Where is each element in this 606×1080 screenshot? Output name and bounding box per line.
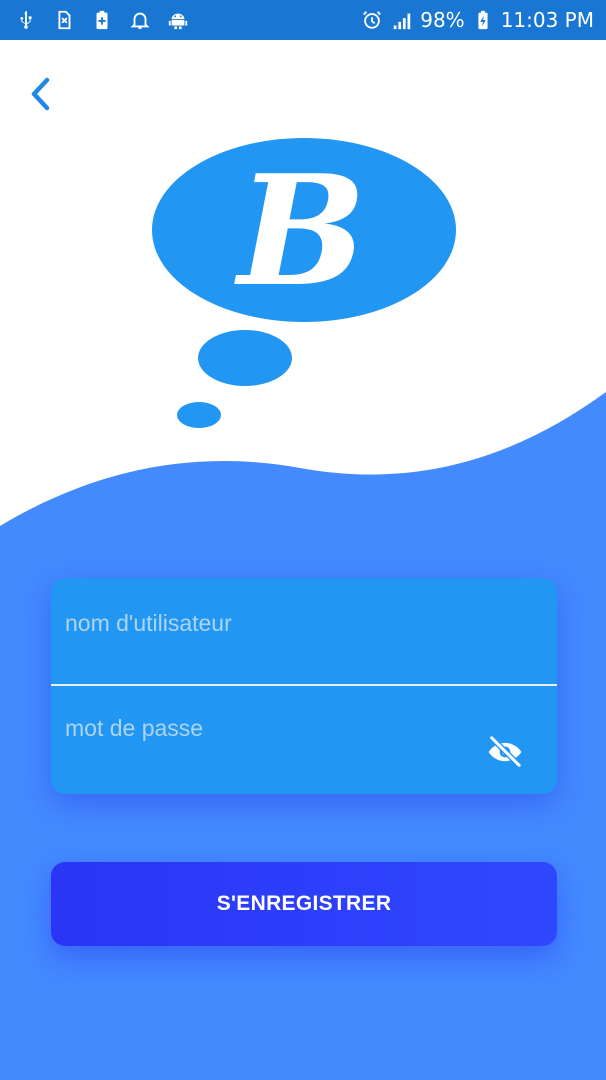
battery-percent: 98% [420, 8, 465, 32]
notification-bell-icon [128, 8, 152, 32]
signal-icon [390, 8, 414, 32]
battery-charging-icon [471, 8, 495, 32]
eye-off-icon [488, 735, 522, 769]
username-input[interactable] [51, 578, 557, 676]
password-visibility-toggle[interactable] [483, 730, 527, 774]
usb-icon [14, 8, 38, 32]
android-icon [166, 8, 190, 32]
sim-icon [52, 8, 76, 32]
status-bar: 98% 11:03 PM [0, 0, 606, 40]
password-field-container [51, 674, 557, 794]
login-form-card [51, 578, 557, 794]
username-field-container [51, 578, 557, 686]
status-left-icons [14, 8, 190, 32]
alarm-icon [360, 8, 384, 32]
logo-letter: B [234, 141, 366, 320]
chevron-left-icon [31, 77, 50, 111]
password-input[interactable] [51, 674, 557, 782]
status-right-info: 98% 11:03 PM [360, 8, 594, 32]
register-button[interactable]: S'ENREGISTRER [51, 862, 557, 946]
clock: 11:03 PM [500, 8, 594, 32]
battery-plus-icon [90, 8, 114, 32]
back-button[interactable] [20, 74, 60, 114]
